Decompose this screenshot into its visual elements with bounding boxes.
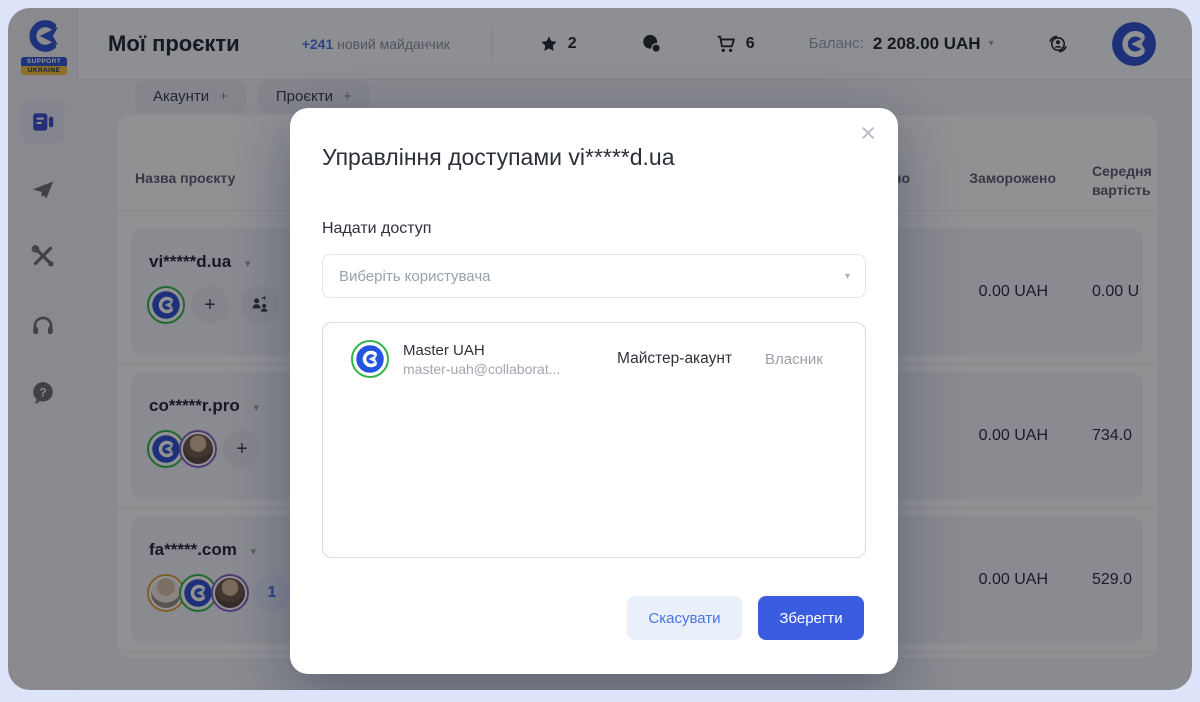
app-window: SUPPORT UKRAINE	[8, 8, 1192, 690]
user-email: master-uah@collaborat...	[403, 361, 567, 377]
account-type: Майстер-акаунт	[617, 350, 732, 368]
user-name: Master UAH	[403, 342, 567, 359]
user-role: Власник	[765, 351, 823, 368]
close-icon[interactable]: ×	[860, 120, 876, 147]
modal-footer: Скасувати Зберегти	[627, 596, 864, 640]
access-list: Master UAH master-uah@collaborat... Майс…	[322, 322, 866, 558]
user-select-placeholder: Виберіть користувача	[339, 268, 490, 285]
chevron-down-icon: ▾	[845, 271, 850, 282]
account-avatar	[351, 340, 389, 378]
collaborator-avatar-icon	[355, 344, 385, 374]
access-management-modal: × Управління доступами vi*****d.ua Надат…	[290, 108, 898, 674]
grant-access-label: Надати доступ	[322, 220, 431, 238]
cancel-button[interactable]: Скасувати	[627, 596, 742, 640]
access-list-item[interactable]: Master UAH master-uah@collaborat... Майс…	[323, 323, 865, 395]
save-button[interactable]: Зберегти	[758, 596, 864, 640]
user-select[interactable]: Виберіть користувача ▾	[322, 254, 866, 298]
modal-title: Управління доступами vi*****d.ua	[322, 144, 675, 171]
user-identity: Master UAH master-uah@collaborat...	[403, 342, 567, 377]
